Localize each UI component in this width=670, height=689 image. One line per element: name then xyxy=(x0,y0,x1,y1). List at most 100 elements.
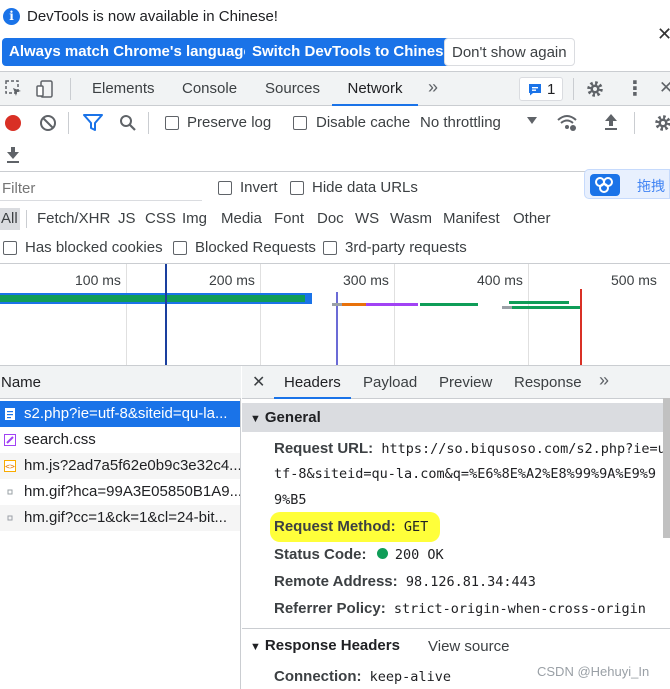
request-row[interactable]: <> hm.js?2ad7a5f62e0b9c3e32c4... xyxy=(0,453,240,479)
type-manifest[interactable]: Manifest xyxy=(443,208,500,230)
request-name: hm.gif?hca=99A3E05850B1A9... xyxy=(24,483,240,500)
tab-sources[interactable]: Sources xyxy=(265,72,320,106)
tab-headers[interactable]: Headers xyxy=(274,366,351,399)
blocked-requests-checkbox[interactable] xyxy=(173,241,187,255)
throttling-select[interactable]: No throttling xyxy=(420,114,501,131)
preserve-log-checkbox[interactable] xyxy=(165,116,179,130)
tick-line xyxy=(260,264,261,365)
status-ok-icon xyxy=(376,548,388,559)
type-media[interactable]: Media xyxy=(221,208,262,230)
load-event-marker xyxy=(580,289,582,365)
connection-row: Connection: keep-alive xyxy=(274,668,451,685)
stylesheet-icon xyxy=(4,434,16,446)
filter-input[interactable] xyxy=(0,177,202,201)
dont-show-again-button[interactable]: Don't show again xyxy=(444,38,575,66)
blocked-cookies-checkbox[interactable] xyxy=(3,241,17,255)
request-method-row: Request Method: GET xyxy=(274,518,428,535)
type-ws[interactable]: WS xyxy=(355,208,379,230)
issues-badge[interactable]: 1 xyxy=(519,77,563,101)
request-url-label: Request URL: xyxy=(274,440,374,457)
referrer-policy-label: Referrer Policy: xyxy=(274,600,386,617)
drag-overlay-widget[interactable]: 拖拽 xyxy=(584,169,670,199)
image-icon xyxy=(7,489,13,495)
tick-line xyxy=(126,264,127,365)
type-doc[interactable]: Doc xyxy=(317,208,344,230)
chevron-down-icon[interactable] xyxy=(527,117,537,124)
divider xyxy=(573,78,574,100)
waterfall-bar-document-download xyxy=(0,295,305,302)
infobar-message: DevTools is now available in Chinese! xyxy=(27,8,278,25)
network-conditions-icon[interactable] xyxy=(556,113,578,133)
name-column-header[interactable]: Name xyxy=(0,366,241,399)
close-details-icon[interactable]: ✕ xyxy=(252,372,265,392)
request-row[interactable]: search.css xyxy=(0,427,240,453)
dom-content-loaded-marker xyxy=(165,264,167,365)
third-party-checkbox[interactable] xyxy=(323,241,337,255)
request-row[interactable]: hm.gif?hca=99A3E05850B1A9... xyxy=(0,479,240,505)
tick-label: 500 ms xyxy=(611,272,657,288)
kebab-menu-icon[interactable]: ⋮ xyxy=(625,76,645,101)
request-method-label: Request Method: xyxy=(274,518,396,535)
divider xyxy=(634,112,635,134)
clear-icon[interactable] xyxy=(39,114,57,132)
export-har-icon[interactable] xyxy=(5,146,21,165)
tab-payload[interactable]: Payload xyxy=(363,366,417,399)
general-title: General xyxy=(264,409,321,426)
request-url-row: Request URL: https://so.biqusoso.com/s2.… xyxy=(274,440,666,457)
more-tabs-icon[interactable]: » xyxy=(599,370,609,391)
details-scrollbar[interactable] xyxy=(663,398,670,538)
settings-gear-icon[interactable] xyxy=(585,79,605,99)
type-other[interactable]: Other xyxy=(513,208,551,230)
type-js[interactable]: JS xyxy=(118,208,136,230)
more-tabs-icon[interactable]: » xyxy=(428,77,438,98)
close-icon[interactable]: ✕ xyxy=(657,24,670,45)
filter-bar: Invert Hide data URLs 拖拽 All Fetch/XHR J… xyxy=(0,169,670,264)
request-name: search.css xyxy=(24,431,96,448)
import-har-icon[interactable] xyxy=(603,113,619,132)
hide-data-urls-checkbox[interactable] xyxy=(290,181,304,195)
type-css[interactable]: CSS xyxy=(145,208,176,230)
hide-data-urls-label: Hide data URLs xyxy=(312,179,418,196)
type-img[interactable]: Img xyxy=(182,208,207,230)
tab-network[interactable]: Network xyxy=(332,72,418,106)
image-icon xyxy=(7,515,13,521)
divider xyxy=(68,112,69,134)
tab-elements[interactable]: Elements xyxy=(92,72,155,106)
type-wasm[interactable]: Wasm xyxy=(390,208,432,230)
search-icon[interactable] xyxy=(119,114,137,132)
tick-line xyxy=(394,264,395,365)
tab-response[interactable]: Response xyxy=(514,366,582,399)
close-devtools-icon[interactable]: ✕ xyxy=(659,78,670,98)
match-language-button[interactable]: Always match Chrome's language xyxy=(2,38,259,66)
remote-address-label: Remote Address: xyxy=(274,573,398,590)
tab-console[interactable]: Console xyxy=(182,72,237,106)
invert-checkbox[interactable] xyxy=(218,181,232,195)
issues-count: 1 xyxy=(547,81,556,98)
script-icon: <> xyxy=(4,460,16,472)
type-fetch-xhr[interactable]: Fetch/XHR xyxy=(37,208,110,230)
divider xyxy=(70,78,71,100)
divider xyxy=(148,112,149,134)
inspect-element-icon[interactable] xyxy=(5,80,23,98)
type-all[interactable]: All xyxy=(0,208,20,230)
view-source-link[interactable]: View source xyxy=(428,638,509,655)
request-row[interactable]: hm.gif?cc=1&ck=1&cl=24-bit... xyxy=(0,505,240,531)
general-section-header[interactable]: ▼ General xyxy=(242,403,663,432)
type-font[interactable]: Font xyxy=(274,208,304,230)
document-icon xyxy=(5,408,15,420)
tab-preview[interactable]: Preview xyxy=(439,366,492,399)
network-settings-gear-icon[interactable] xyxy=(653,113,670,133)
blocked-cookies-label: Has blocked cookies xyxy=(25,239,163,256)
waterfall-segment xyxy=(366,303,418,306)
filter-funnel-icon[interactable] xyxy=(83,114,103,132)
referrer-policy-row: Referrer Policy: strict-origin-when-cros… xyxy=(274,600,646,617)
switch-chinese-button[interactable]: Switch DevTools to Chinese xyxy=(245,38,459,66)
record-icon[interactable] xyxy=(5,115,21,131)
divider xyxy=(242,628,670,629)
disable-cache-checkbox[interactable] xyxy=(293,116,307,130)
tick-label: 200 ms xyxy=(209,272,255,288)
request-row[interactable]: s2.php?ie=utf-8&siteid=qu-la... xyxy=(0,401,240,427)
timeline-overview[interactable]: 100 ms 200 ms 300 ms 400 ms 500 ms xyxy=(0,264,670,366)
network-toolbar: Preserve log Disable cache No throttling xyxy=(0,106,670,172)
device-toolbar-icon[interactable] xyxy=(36,79,56,99)
